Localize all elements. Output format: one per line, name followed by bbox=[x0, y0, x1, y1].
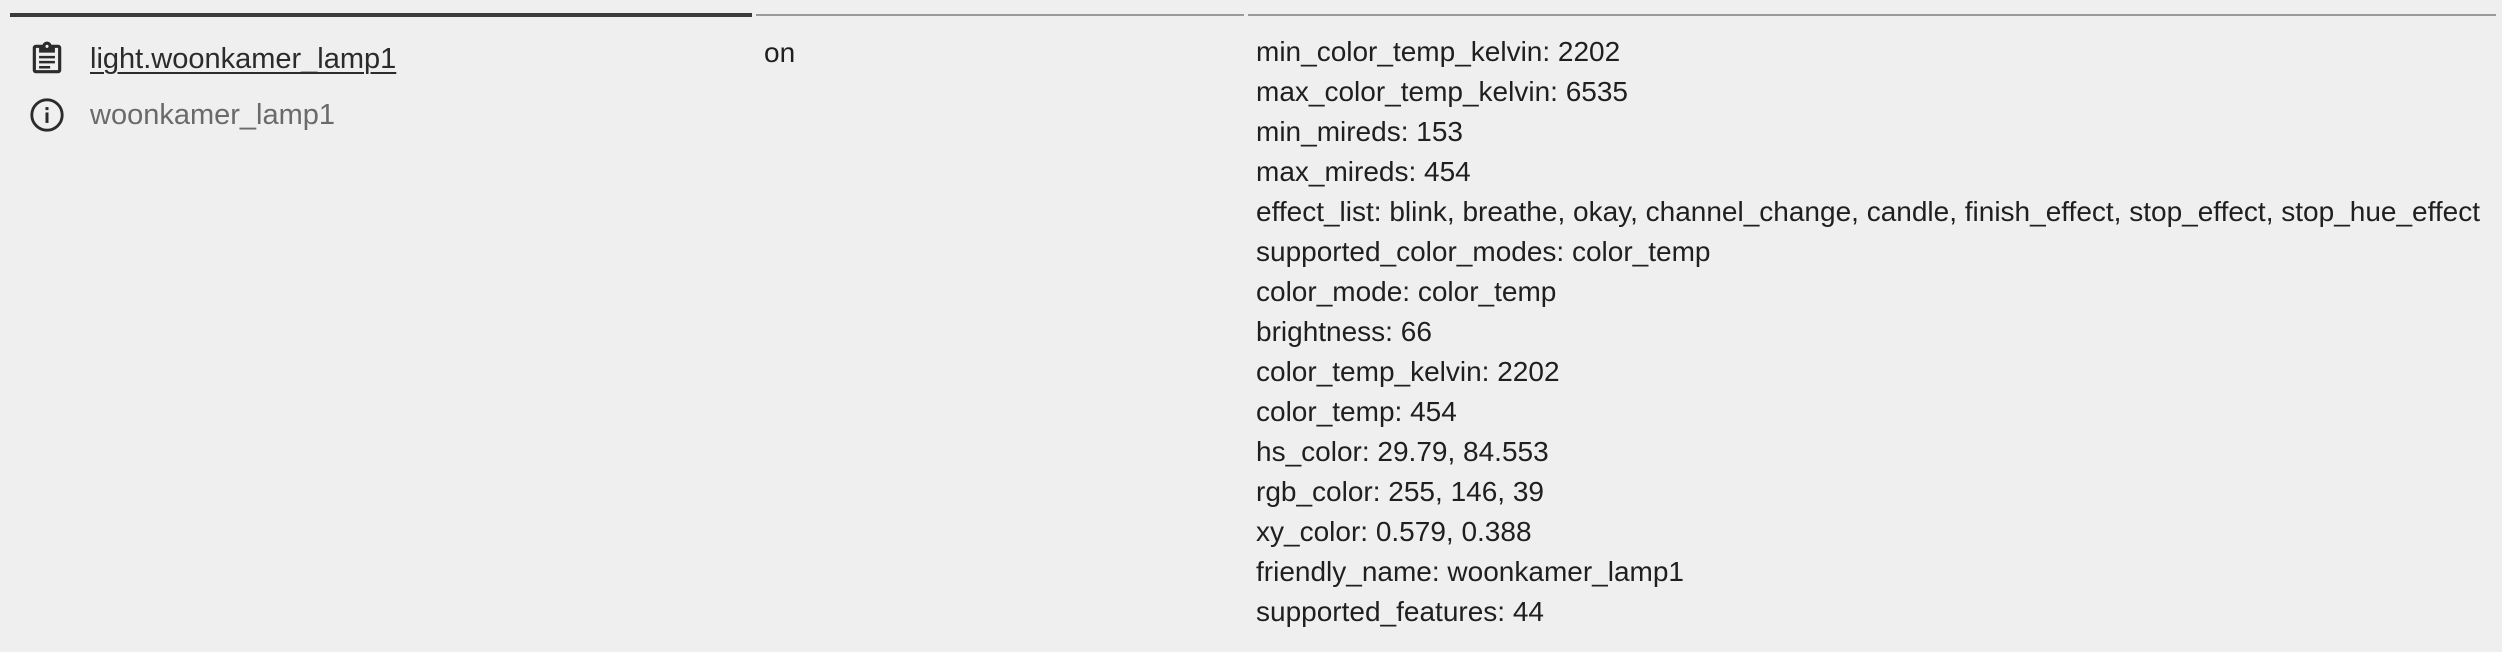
state-column-border bbox=[756, 14, 1244, 16]
attribute-line: min_mireds: 153 bbox=[1256, 116, 1463, 147]
attribute-line: min_color_temp_kelvin: 2202 bbox=[1256, 36, 1621, 67]
attribute-line: color_mode: color_temp bbox=[1256, 276, 1557, 307]
attribute-line: max_mireds: 454 bbox=[1256, 156, 1471, 187]
attribute-line: brightness: 66 bbox=[1256, 316, 1432, 347]
attribute-line: friendly_name: woonkamer_lamp1 bbox=[1256, 556, 1684, 587]
info-icon[interactable] bbox=[28, 96, 66, 134]
attribute-line: xy_color: 0.579, 0.388 bbox=[1256, 516, 1532, 547]
entity-cell: light.woonkamer_lamp1 woonkamer_lamp1 bbox=[0, 16, 752, 132]
attribute-line: color_temp_kelvin: 2202 bbox=[1256, 356, 1560, 387]
states-table-row: light.woonkamer_lamp1 woonkamer_lamp1 on… bbox=[0, 0, 2502, 652]
entity-id-link[interactable]: light.woonkamer_lamp1 bbox=[90, 42, 396, 76]
attribute-line: supported_color_modes: color_temp bbox=[1256, 236, 1711, 267]
entity-friendly-name: woonkamer_lamp1 bbox=[90, 99, 336, 131]
attribute-line: hs_color: 29.79, 84.553 bbox=[1256, 436, 1549, 467]
attributes-cell: min_color_temp_kelvin: 2202 max_color_te… bbox=[1256, 32, 2496, 632]
attribute-line: rgb_color: 255, 146, 39 bbox=[1256, 476, 1544, 507]
attribute-line: max_color_temp_kelvin: 6535 bbox=[1256, 76, 1628, 107]
attributes-column-border bbox=[1248, 14, 2496, 16]
entity-id-row: light.woonkamer_lamp1 bbox=[0, 16, 752, 75]
friendly-name-row: woonkamer_lamp1 bbox=[0, 72, 752, 132]
attribute-line: color_temp: 454 bbox=[1256, 396, 1457, 427]
attribute-line: effect_list: blink, breathe, okay, chann… bbox=[1256, 196, 2481, 227]
attribute-line: supported_features: 44 bbox=[1256, 596, 1544, 627]
state-value: on bbox=[764, 37, 796, 68]
